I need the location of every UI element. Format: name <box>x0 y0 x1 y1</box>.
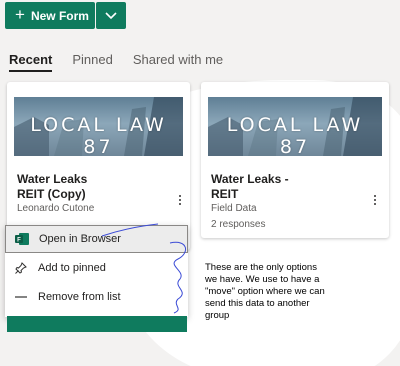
annotation-arrow-scribble <box>101 223 159 237</box>
pin-icon <box>14 261 28 275</box>
form-card-water-leaks[interactable]: LOCAL LAW 87 Water Leaks - REIT Field Da… <box>201 82 389 238</box>
plus-icon: + <box>15 5 25 24</box>
form-title: Water Leaks REIT (Copy) <box>17 172 88 201</box>
minus-icon <box>14 290 28 304</box>
card-banner-image: LOCAL LAW 87 <box>208 97 382 156</box>
form-title: Water Leaks - REIT <box>211 172 289 201</box>
new-form-button[interactable]: + New Form <box>5 2 95 29</box>
tab-shared-with-me[interactable]: Shared with me <box>133 52 223 72</box>
tab-recent[interactable]: Recent <box>9 52 53 72</box>
annotation-bracket-scribble <box>169 241 186 314</box>
card-footer-bar <box>7 316 187 332</box>
form-source: Field Data <box>211 203 257 214</box>
response-count: 2 responses <box>211 219 266 230</box>
tab-pinned[interactable]: Pinned <box>72 52 112 72</box>
more-options-icon[interactable] <box>367 192 383 208</box>
menu-item-label: Add to pinned <box>38 262 106 274</box>
form-owner: Leonardo Cutone <box>17 203 95 214</box>
annotation-note: These are the only options we have. We u… <box>205 262 325 321</box>
view-tabs: Recent Pinned Shared with me <box>9 52 223 72</box>
banner-text: LOCAL LAW 87 <box>30 114 167 156</box>
card-banner-image: LOCAL LAW 87 <box>14 97 183 156</box>
new-form-dropdown-button[interactable] <box>96 2 126 29</box>
new-form-label: New Form <box>30 8 89 23</box>
more-options-icon[interactable] <box>172 192 188 208</box>
menu-item-label: Remove from list <box>38 291 121 303</box>
banner-text: LOCAL LAW 87 <box>226 114 364 156</box>
chevron-down-icon <box>105 11 117 19</box>
svg-text:F: F <box>17 238 21 244</box>
forms-app-icon: F <box>15 232 29 246</box>
